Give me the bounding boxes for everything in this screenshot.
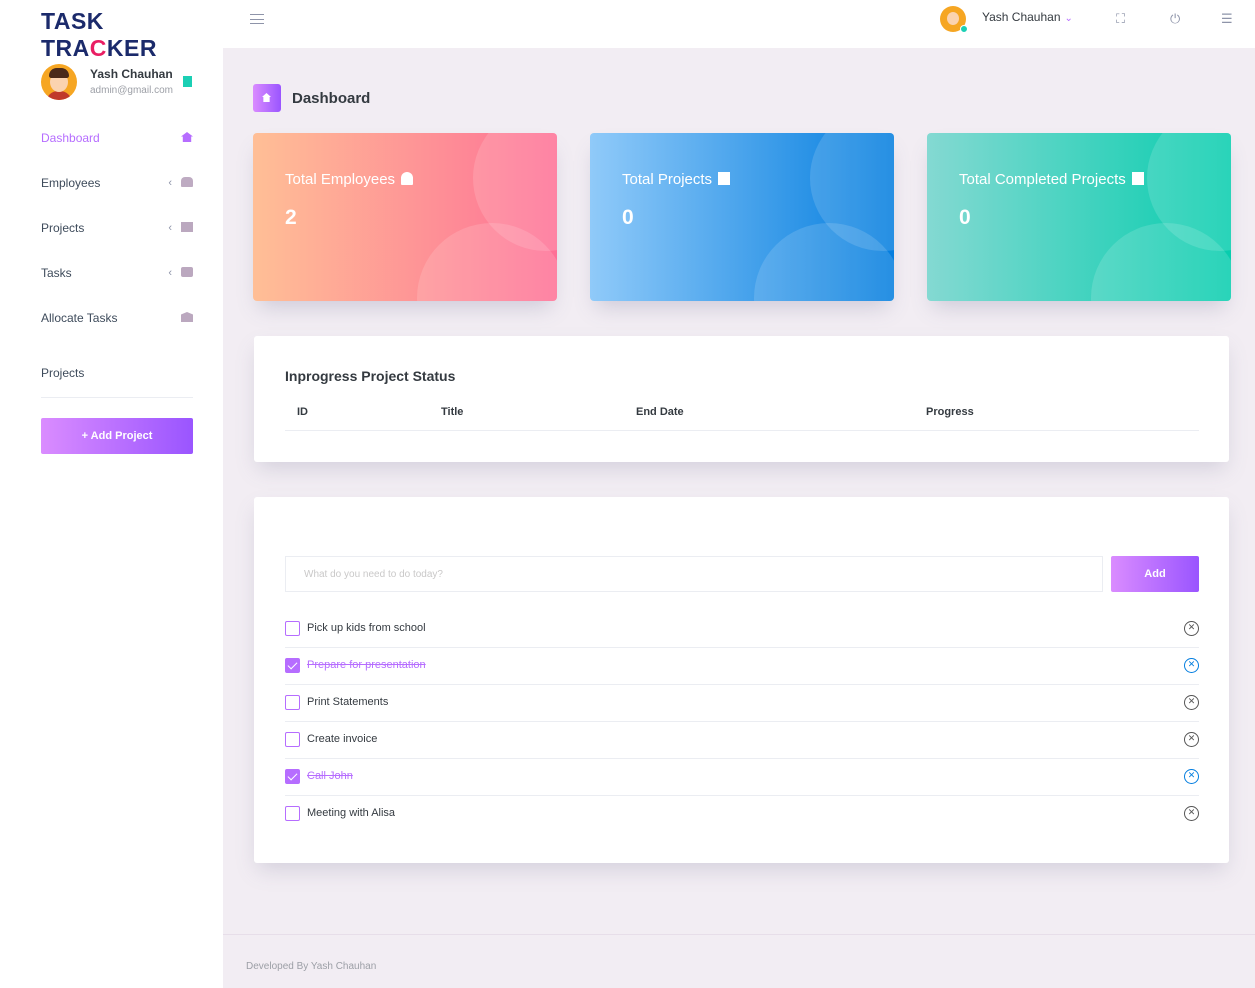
close-icon[interactable]: ✕ bbox=[1184, 806, 1199, 821]
add-todo-button[interactable]: Add bbox=[1111, 556, 1199, 592]
list-item: Pick up kids from school ✕ bbox=[285, 611, 1199, 648]
online-status-dot bbox=[960, 25, 968, 33]
table-header: ID Title End Date Progress bbox=[285, 402, 1199, 431]
page-title: Dashboard bbox=[292, 90, 371, 107]
sidebar-item-projects[interactable]: Projects ‹ bbox=[41, 208, 193, 253]
bookmark-icon bbox=[718, 172, 731, 185]
column-header-end-date: End Date bbox=[636, 406, 684, 418]
stat-value: 2 bbox=[285, 206, 297, 229]
todo-text: Call John bbox=[307, 770, 353, 782]
chevron-left-icon: ‹ bbox=[168, 267, 172, 279]
sidebar-item-employees[interactable]: Employees ‹ bbox=[41, 163, 193, 208]
sidebar-item-label: Dashboard bbox=[41, 131, 100, 145]
column-header-title: Title bbox=[441, 406, 464, 418]
list-item: Prepare for presentation ✕ bbox=[285, 648, 1199, 685]
todo-text: Print Statements bbox=[307, 696, 389, 708]
todo-text: Create invoice bbox=[307, 733, 378, 745]
column-header-progress: Progress bbox=[926, 406, 974, 418]
todo-checkbox[interactable] bbox=[285, 806, 300, 821]
sidebar-item-label: Employees bbox=[41, 176, 101, 190]
person-icon bbox=[401, 172, 414, 185]
topbar-user-menu[interactable]: Yash Chauhan ⌄ bbox=[982, 10, 1073, 24]
profile-name: Yash Chauhan bbox=[90, 67, 173, 81]
todo-input[interactable] bbox=[285, 556, 1103, 592]
stat-card-total-completed-projects: Total Completed Projects 0 bbox=[927, 133, 1231, 301]
stat-label: Total Projects bbox=[622, 171, 713, 188]
sidebar-item-tasks[interactable]: Tasks ‹ bbox=[41, 253, 193, 298]
todo-checkbox[interactable] bbox=[285, 621, 300, 636]
close-icon[interactable]: ✕ bbox=[1184, 621, 1199, 636]
stat-card-total-employees: Total Employees 2 bbox=[253, 133, 557, 301]
list-item: Print Statements ✕ bbox=[285, 685, 1199, 722]
list-item: Call John ✕ bbox=[285, 759, 1199, 796]
project-status-panel: Inprogress Project Status ID Title End D… bbox=[254, 336, 1229, 462]
todo-checkbox[interactable] bbox=[285, 695, 300, 710]
topbar: Yash Chauhan ⌄ ⛶ ⏻ ☰ bbox=[223, 0, 1255, 48]
profile-email: admin@gmail.com bbox=[90, 85, 173, 96]
package-icon bbox=[181, 312, 193, 322]
todo-text: Meeting with Alisa bbox=[307, 807, 396, 819]
avatar bbox=[41, 64, 77, 100]
users-icon bbox=[181, 177, 193, 187]
close-icon[interactable]: ✕ bbox=[1184, 769, 1199, 784]
stat-label: Total Employees bbox=[285, 171, 396, 188]
list-item: Create invoice ✕ bbox=[285, 722, 1199, 759]
topbar-user-name: Yash Chauhan bbox=[982, 10, 1061, 24]
chevron-down-icon: ⌄ bbox=[1064, 13, 1073, 24]
close-icon[interactable]: ✕ bbox=[1184, 658, 1199, 673]
home-icon bbox=[253, 84, 281, 112]
book-icon bbox=[181, 222, 193, 232]
topbar-avatar[interactable] bbox=[940, 6, 968, 33]
home-icon bbox=[181, 132, 193, 142]
chevron-left-icon: ‹ bbox=[168, 222, 172, 234]
todo-checkbox[interactable] bbox=[285, 732, 300, 747]
sidebar: TASK TRACKER Yash Chauhan admin@gmail.co… bbox=[0, 0, 223, 988]
todo-panel: Add Pick up kids from school ✕ Prepare f… bbox=[254, 497, 1229, 863]
add-project-button[interactable]: + Add Project bbox=[41, 418, 193, 454]
stat-card-total-projects: Total Projects 0 bbox=[590, 133, 894, 301]
fullscreen-icon[interactable]: ⛶ bbox=[1116, 11, 1125, 27]
stat-label: Total Completed Projects bbox=[959, 171, 1126, 188]
list-icon[interactable]: ☰ bbox=[1221, 11, 1233, 27]
stat-value: 0 bbox=[959, 206, 971, 229]
todo-list: Pick up kids from school ✕ Prepare for p… bbox=[285, 611, 1199, 833]
project-status-title: Inprogress Project Status bbox=[285, 368, 456, 384]
sidebar-nav: Dashboard Employees ‹ Projects ‹ Tasks ‹… bbox=[41, 118, 193, 343]
menu-toggle-icon[interactable] bbox=[250, 14, 264, 24]
sidebar-item-dashboard[interactable]: Dashboard bbox=[41, 118, 193, 163]
list-item: Meeting with Alisa ✕ bbox=[285, 796, 1199, 833]
close-icon[interactable]: ✕ bbox=[1184, 695, 1199, 710]
bookmark-icon bbox=[1131, 172, 1144, 185]
sidebar-section-projects: Projects bbox=[41, 366, 193, 398]
bookmark-check-icon bbox=[183, 76, 192, 87]
close-icon[interactable]: ✕ bbox=[1184, 732, 1199, 747]
todo-checkbox[interactable] bbox=[285, 658, 300, 673]
app-logo[interactable]: TASK TRACKER bbox=[41, 8, 223, 62]
todo-text: Pick up kids from school bbox=[307, 622, 426, 634]
footer: Developed By Yash Chauhan bbox=[223, 934, 1255, 988]
power-icon[interactable]: ⏻ bbox=[1170, 11, 1180, 27]
footer-credit: Developed By Yash Chauhan bbox=[246, 961, 377, 972]
sidebar-item-label: Allocate Tasks bbox=[41, 311, 118, 325]
todo-text: Prepare for presentation bbox=[307, 659, 426, 671]
sidebar-profile[interactable]: Yash Chauhan admin@gmail.com bbox=[41, 64, 201, 102]
chevron-left-icon: ‹ bbox=[168, 177, 172, 189]
sidebar-item-label: Projects bbox=[41, 221, 85, 235]
briefcase-icon bbox=[181, 267, 193, 277]
column-header-id: ID bbox=[297, 406, 308, 418]
sidebar-item-label: Tasks bbox=[41, 266, 72, 280]
sidebar-item-allocate-tasks[interactable]: Allocate Tasks bbox=[41, 298, 193, 343]
stat-value: 0 bbox=[622, 206, 634, 229]
todo-checkbox[interactable] bbox=[285, 769, 300, 784]
